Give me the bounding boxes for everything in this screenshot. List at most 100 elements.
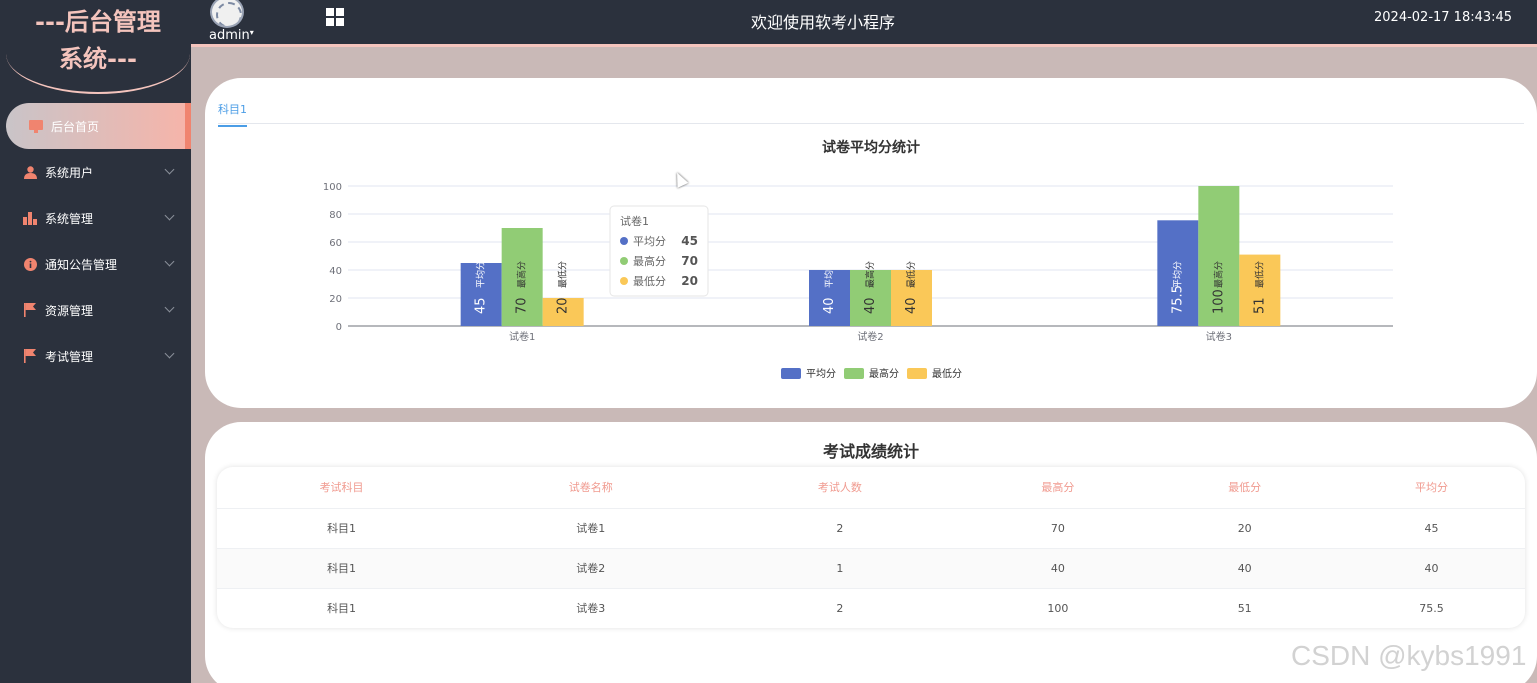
table-cell: 试卷1 — [466, 507, 716, 548]
table-cell: 2 — [715, 507, 965, 548]
sidebar-item-label: 考试管理 — [45, 349, 94, 364]
y-tick-label: 0 — [336, 322, 342, 333]
table-cell: 试卷2 — [466, 547, 716, 588]
column-header[interactable]: 最高分 — [964, 467, 1151, 508]
legend-swatch — [907, 368, 927, 379]
column-header[interactable]: 最低分 — [1151, 467, 1338, 508]
y-tick-label: 20 — [329, 294, 342, 305]
table-title: 考试成绩统计 — [822, 442, 919, 461]
column-header[interactable]: 试卷名称 — [466, 467, 715, 508]
table-cell: 科目1 — [217, 507, 467, 548]
tooltip-marker — [620, 257, 628, 265]
y-tick-label: 40 — [329, 266, 342, 277]
sidebar-item-resource-management[interactable]: 资源管理 — [0, 287, 191, 333]
data-label: 20 — [556, 297, 571, 314]
table-cell: 科目1 — [217, 587, 467, 628]
chevron-down-icon — [164, 302, 175, 313]
score-table: 考试科目 试卷名称 考试人数 最高分 最低分 平均分 科目1 试卷1 2 70 … — [217, 467, 1525, 628]
app-logo: ---后台管理 系统--- — [6, 0, 190, 94]
chevron-down-icon — [164, 348, 175, 359]
tooltip-value: 20 — [681, 274, 698, 288]
data-label-series: 最高分 — [1212, 261, 1224, 288]
sidebar-menu: 后台首页 系统用户 系统管理 通知公告管理 资源管理 考试管理 — [0, 103, 191, 379]
chart-card: 科目1 试卷平均分统计 0 20 40 60 80 100 试卷1 45 平均分 70 最高分 20 最低… — [205, 78, 1537, 408]
watermark: CSDN @kybs1991 — [1291, 640, 1527, 671]
data-label: 40 — [822, 297, 837, 314]
top-header: admin▾ 欢迎使用软考小程序 2024-02-17 18:43:45 — [191, 0, 1537, 47]
header-title: 欢迎使用软考小程序 — [751, 13, 896, 32]
data-label-series: 平均分 — [1171, 261, 1183, 288]
data-label-series: 平均分 — [475, 261, 487, 288]
data-label: 70 — [515, 297, 530, 314]
table-cell: 40 — [1338, 547, 1525, 588]
data-label: 75.5 — [1170, 285, 1185, 314]
table-cell: 75.5 — [1338, 587, 1525, 628]
y-tick-label: 80 — [329, 210, 342, 221]
legend-swatch — [844, 368, 864, 379]
sidebar-item-label: 资源管理 — [45, 303, 94, 318]
sidebar-item-notice-management[interactable]: 通知公告管理 — [0, 241, 191, 287]
table-cell: 1 — [715, 547, 965, 588]
bar-chart: 试卷平均分统计020406080100试卷145平均分70最高分20最低分试卷2… — [323, 139, 1393, 380]
table-header-row: 考试科目 试卷名称 考试人数 最高分 最低分 平均分 — [217, 467, 1525, 508]
column-header[interactable]: 平均分 — [1338, 467, 1525, 508]
sidebar-item-label: 系统用户 — [45, 165, 94, 180]
table-cell: 100 — [964, 587, 1152, 628]
data-label: 40 — [904, 297, 919, 314]
data-label-series: 最高分 — [864, 261, 876, 288]
grid-menu-icon[interactable] — [326, 8, 344, 26]
x-tick-label: 试卷2 — [857, 330, 883, 343]
table-cell: 40 — [1151, 547, 1339, 588]
tooltip-series-name: 最低分 — [633, 275, 666, 288]
table-cell: 51 — [1151, 587, 1339, 628]
data-label: 51 — [1252, 297, 1267, 314]
logo-line-2: 系统--- — [59, 45, 137, 73]
sidebar: ---后台管理 系统--- 后台首页 系统用户 系统管理 通知公告管理 资源管理… — [0, 0, 191, 683]
chevron-down-icon — [164, 164, 175, 175]
tooltip-series-name: 平均分 — [633, 235, 666, 248]
avatar[interactable] — [210, 0, 244, 28]
tooltip-title: 试卷1 — [620, 214, 649, 228]
flag-icon — [22, 348, 38, 364]
tooltip-marker — [620, 237, 628, 245]
data-label-series: 平均分 — [823, 261, 835, 288]
sidebar-item-exam-management[interactable]: 考试管理 — [0, 333, 191, 379]
chevron-down-icon — [164, 256, 175, 267]
caret-down-icon: ▾ — [249, 28, 254, 37]
table-cell: 70 — [964, 507, 1152, 548]
user-menu[interactable]: admin▾ — [209, 28, 254, 43]
y-tick-label: 100 — [323, 182, 342, 193]
data-label-series: 最高分 — [516, 261, 528, 288]
user-name: admin — [209, 28, 250, 43]
table-row: 科目1 试卷2 1 40 40 40 — [217, 547, 1525, 588]
bar-chart-icon — [22, 210, 38, 226]
chevron-down-icon — [164, 210, 175, 221]
table-cell: 40 — [964, 547, 1152, 588]
sidebar-item-label: 后台首页 — [51, 119, 100, 134]
sidebar-item-label: 系统管理 — [45, 211, 94, 226]
table-cell: 2 — [715, 587, 965, 628]
table-cell: 20 — [1151, 507, 1339, 548]
data-label: 40 — [863, 297, 878, 314]
column-header[interactable]: 考试科目 — [217, 467, 466, 508]
column-header[interactable]: 考试人数 — [715, 467, 964, 508]
data-label-series: 最低分 — [1253, 261, 1265, 288]
sidebar-item-home[interactable]: 后台首页 — [6, 103, 191, 149]
table-row: 科目1 试卷1 2 70 20 45 — [217, 507, 1525, 548]
sidebar-item-system-management[interactable]: 系统管理 — [0, 195, 191, 241]
data-label-series: 最低分 — [557, 261, 569, 288]
sidebar-item-system-users[interactable]: 系统用户 — [0, 149, 191, 195]
table-cell: 试卷3 — [466, 587, 716, 628]
sidebar-item-label: 通知公告管理 — [45, 257, 118, 272]
header-datetime: 2024-02-17 18:43:45 — [1374, 10, 1513, 25]
table-row: 科目1 试卷3 2 100 51 75.5 — [217, 587, 1525, 628]
tooltip-marker — [620, 277, 628, 285]
user-icon — [22, 164, 38, 180]
logo-line-1: ---后台管理 — [35, 8, 161, 36]
data-label: 100 — [1211, 289, 1226, 314]
tooltip-value: 70 — [681, 254, 698, 268]
y-tick-label: 60 — [329, 238, 342, 249]
tooltip-value: 45 — [681, 234, 698, 248]
legend-label: 平均分 — [806, 368, 836, 380]
x-tick-label: 试卷1 — [509, 330, 535, 343]
